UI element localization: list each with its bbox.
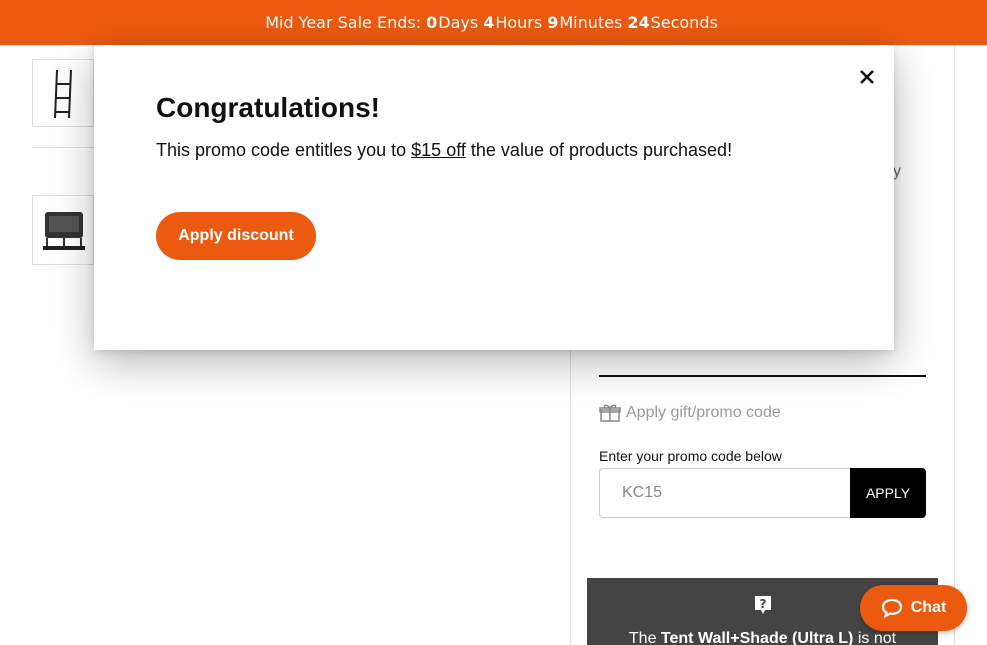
chat-label: Chat: [910, 599, 947, 616]
days-value: 0: [426, 13, 438, 32]
question-icon: ?: [755, 596, 771, 614]
sale-countdown-banner: Mid Year Sale Ends: 0 Days 4 Hours 9 Min…: [0, 0, 987, 45]
discount-amount: $15 off: [411, 140, 466, 160]
gift-label: Apply gift/promo code: [626, 404, 781, 421]
modal-title: Congratulations!: [156, 92, 380, 123]
sale-prefix: Mid Year Sale Ends:: [265, 13, 422, 32]
trampoline-image: [43, 212, 85, 250]
hours-label: Hours: [495, 13, 543, 32]
apply-promo-button[interactable]: APPLY: [850, 468, 926, 518]
thumbnail-divider: [32, 147, 94, 148]
chat-button[interactable]: Chat: [860, 585, 967, 631]
days-label: Days: [438, 13, 479, 32]
hours-value: 4: [483, 13, 495, 32]
panel-divider: [599, 375, 926, 377]
apply-gift-promo-toggle[interactable]: Apply gift/promo code: [599, 403, 781, 423]
gift-icon: [599, 404, 621, 422]
notice-text: The Tent Wall+Shade (Ultra L) is not: [628, 630, 897, 645]
minutes-label: Minutes: [559, 13, 623, 32]
apply-discount-button[interactable]: Apply discount: [156, 212, 316, 260]
promo-modal: [94, 45, 894, 350]
ladder-image: [54, 69, 72, 119]
promo-code-label: Enter your promo code below: [599, 448, 782, 464]
chat-bubble-icon: [881, 598, 902, 618]
promo-code-input[interactable]: [599, 468, 851, 518]
notice-product-name: Tent Wall+Shade (Ultra L): [660, 630, 854, 645]
seconds-value: 24: [627, 13, 650, 32]
product-thumbnail-trampoline[interactable]: [32, 195, 94, 265]
close-icon[interactable]: [858, 68, 876, 86]
product-thumbnail-ladder[interactable]: [32, 59, 94, 127]
minutes-value: 9: [547, 13, 559, 32]
panel-text-fragment: y: [893, 163, 901, 180]
svg-text:?: ?: [760, 597, 767, 611]
modal-body: This promo code entitles you to $15 off …: [156, 140, 733, 160]
seconds-label: Seconds: [650, 13, 718, 32]
